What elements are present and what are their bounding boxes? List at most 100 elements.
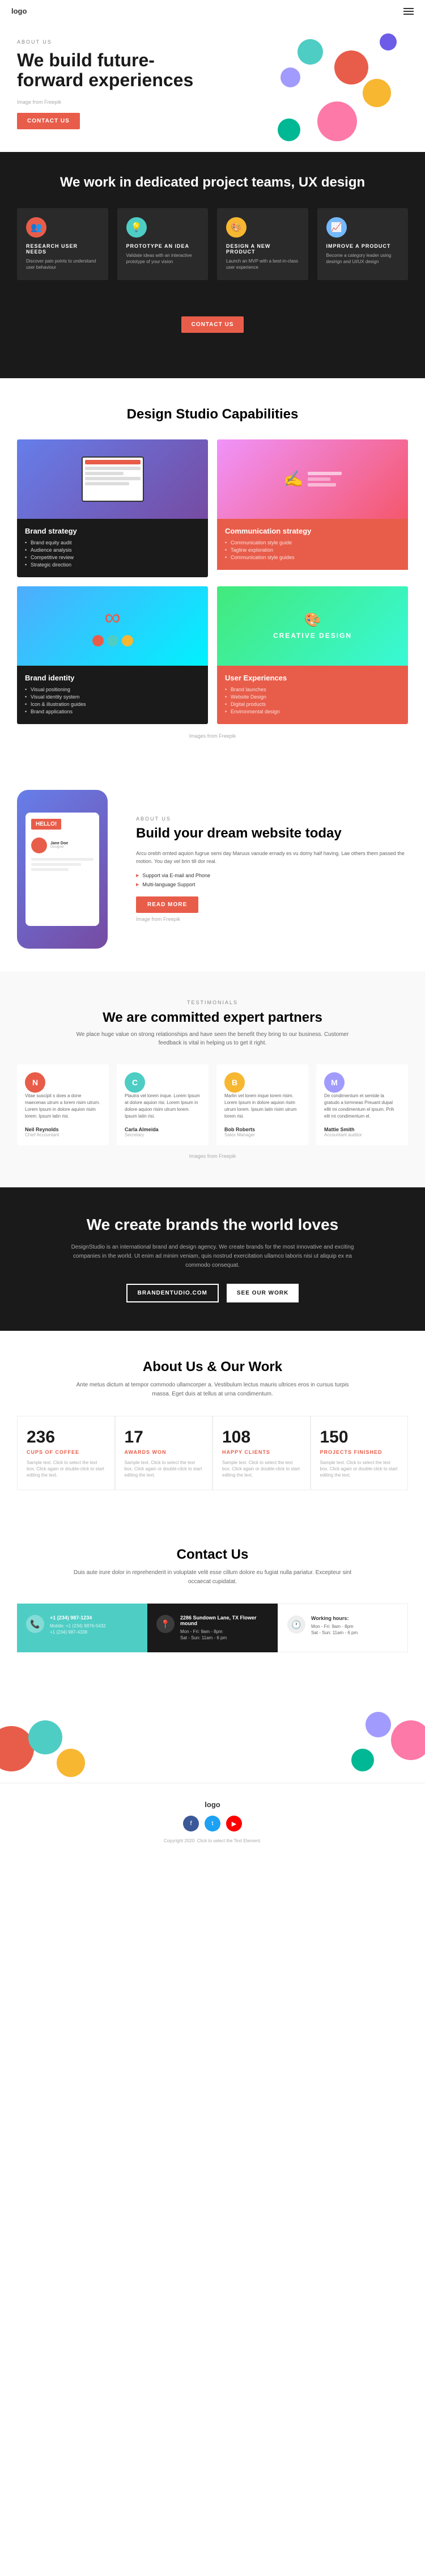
contact-hours-text: Working hours: Mon - Fri: 9am - 8pm Sat … [311, 1615, 358, 1636]
decorative-shape-3 [363, 79, 391, 107]
services-cta-button[interactable]: CONTACT US [181, 316, 244, 333]
stat-projects-label: PROJECTS FINISHED [320, 1449, 399, 1455]
design-desc: Launch an MVP with a best-in-class user … [226, 258, 299, 270]
contact-hours: 🕐 Working hours: Mon - Fri: 9am - 8pm Sa… [278, 1604, 408, 1652]
brand-strategy-overlay: Brand strategy Brand equity audit Audien… [17, 519, 208, 577]
build-cta-button[interactable]: READ MORE [136, 896, 198, 913]
contact-hours-line2: Sat - Sun: 11am - 6 pm [311, 1630, 358, 1636]
brand-strategy-list: Brand equity audit Audience analysis Com… [25, 540, 200, 568]
capability-comm-strategy: ✍️ Communication strategy Communication … [217, 439, 408, 577]
contact-section: Contact Us Duis aute irure dolor in repr… [0, 1518, 425, 1681]
nav-logo: logo [11, 7, 27, 15]
testimonial-3-name: Bob Roberts [224, 1127, 300, 1132]
service-card-design: 🎨 DESIGN A NEW PRODUCT Launch an MVP wit… [217, 208, 308, 280]
testimonial-1-role: Chief Accountant [25, 1132, 101, 1137]
build-content: ABOUT US Build your dream website today … [136, 816, 408, 921]
hamburger-menu[interactable] [403, 8, 414, 15]
contact-phone-line1: Mobile: +1 (234) 9876-5432 [50, 1623, 106, 1629]
stat-coffee-label: CUPS OF COFFEE [27, 1449, 105, 1455]
brands-secondary-button[interactable]: SEE OUR WORK [227, 1284, 299, 1302]
brands-primary-button[interactable]: BRANDENTUDIO.COM [126, 1284, 219, 1302]
footer-copyright: Copyright 2020. Click to select the Text… [17, 1838, 408, 1843]
list-item: Visual identity system [25, 694, 200, 700]
contact-hours-title: Working hours: [311, 1615, 358, 1621]
capabilities-grid: Brand strategy Brand equity audit Audien… [17, 439, 408, 724]
contact-desc: Duis aute irure dolor in reprehenderit i… [71, 1568, 354, 1587]
list-item: Tagline exploration [225, 547, 400, 553]
stat-awards-desc: Sample text. Click to select the text bo… [125, 1460, 203, 1479]
improve-title: IMPROVE A PRODUCT [326, 243, 400, 249]
stat-projects-number: 150 [320, 1428, 399, 1447]
list-item: Brand applications [25, 709, 200, 714]
stat-coffee: 236 CUPS OF COFFEE Sample text. Click to… [17, 1416, 115, 1491]
about-work-section: About Us & Our Work Ante metus dictum at… [0, 1331, 425, 1519]
testimonials-title: We are committed expert partners [17, 1010, 408, 1026]
phone-mockup-container: HELLO! Jane Doe Designer [17, 790, 119, 949]
improve-desc: Become a category leader using desirign … [326, 252, 400, 265]
build-feature-1: Support via E-mail and Phone [136, 873, 408, 878]
brand-strategy-image [17, 439, 208, 519]
twitter-icon[interactable]: t [205, 1816, 220, 1831]
list-item: Icon & illustration guides [25, 701, 200, 707]
deco-shape-4 [391, 1720, 425, 1760]
user-exp-image: 🎨 CREATIVE DESIGN [217, 586, 408, 666]
service-card-prototype: 💡 PROTOTYPE AN IDEA Validate ideas with … [117, 208, 209, 280]
facebook-icon[interactable]: f [183, 1816, 199, 1831]
location-icon: 📍 [156, 1615, 175, 1633]
contact-phone-title: +1 (234) 987-1234 [50, 1615, 106, 1621]
service-card-improve: 📈 IMPROVE A PRODUCT Become a category le… [317, 208, 409, 280]
list-item: Strategic direction [25, 562, 200, 568]
navigation: logo [0, 0, 425, 22]
contact-address: 📍 2286 Sundown Lane, TX Flower mound Mon… [147, 1604, 278, 1652]
design-icon: 🎨 [226, 217, 246, 238]
contact-grid: 📞 +1 (234) 987-1234 Mobile: +1 (234) 987… [17, 1604, 408, 1652]
stat-clients-desc: Sample text. Click to select the text bo… [222, 1460, 301, 1479]
brand-identity-overlay: Brand identity Visual positioning Visual… [17, 666, 208, 724]
capability-user-exp: 🎨 CREATIVE DESIGN User Experiences Brand… [217, 586, 408, 724]
capabilities-section: Design Studio Capabilities Brand strateg… [0, 378, 425, 767]
research-desc: Discover pain points to understand user … [26, 258, 99, 270]
capability-brand-strategy: Brand strategy Brand equity audit Audien… [17, 439, 208, 577]
stat-coffee-number: 236 [27, 1428, 105, 1447]
youtube-icon[interactable]: ▶ [226, 1816, 242, 1831]
build-title: Build your dream website today [136, 826, 408, 841]
brand-identity-list: Visual positioning Visual identity syste… [25, 687, 200, 714]
phone-icon: 📞 [26, 1615, 44, 1633]
list-item: Digital products [225, 701, 400, 707]
improve-icon: 📈 [326, 217, 347, 238]
contact-address-text: 2286 Sundown Lane, TX Flower mound Mon -… [180, 1615, 269, 1641]
avatar-carla: C [125, 1072, 145, 1093]
deco-shape-2 [28, 1720, 62, 1754]
decorative-shape-7 [278, 119, 300, 141]
brands-desc: DesignStudio is an international brand a… [71, 1243, 354, 1270]
clock-icon: 🕐 [287, 1615, 305, 1634]
list-item: Brand launches [225, 687, 400, 692]
brand-identity-image: ∞ [17, 586, 208, 666]
testimonial-3-text: Marlin vel lorem inque lorem risim. Lore… [224, 1093, 300, 1120]
hero-shapes [232, 33, 414, 152]
decorative-bottom [0, 1681, 425, 1783]
brands-title: We create brands the world loves [17, 1216, 408, 1234]
hero-image-credit: Image from Freepik [17, 99, 210, 105]
research-icon: 👥 [26, 217, 46, 238]
decorative-shape-5 [317, 101, 357, 141]
user-exp-overlay: User Experiences Brand launches Website … [217, 666, 408, 724]
hello-badge: HELLO! [31, 819, 61, 830]
hero-cta-button[interactable]: CONTACT US [17, 113, 80, 129]
avatar-bob: B [224, 1072, 245, 1093]
research-title: RESEARCH USER NEEDS [26, 243, 99, 255]
stat-awards-label: AWARDS WON [125, 1449, 203, 1455]
phone-screen: HELLO! Jane Doe Designer [17, 790, 108, 949]
comm-strategy-title: Communication strategy [225, 527, 400, 535]
build-section: HELLO! Jane Doe Designer [0, 767, 425, 971]
list-item: Website Design [225, 694, 400, 700]
footer-socials: f t ▶ [17, 1816, 408, 1831]
list-item: Audience analysis [25, 547, 200, 553]
testimonials-subtitle: We place huge value on strong relationsh… [71, 1030, 354, 1047]
decorative-shape-2 [298, 39, 323, 65]
stat-clients-number: 108 [222, 1428, 301, 1447]
user-exp-list: Brand launches Website Design Digital pr… [225, 687, 400, 714]
brand-identity-title: Brand identity [25, 674, 200, 682]
footer: logo f t ▶ Copyright 2020. Click to sele… [0, 1783, 425, 1860]
build-image-credit: Image from Freepik [136, 916, 408, 922]
